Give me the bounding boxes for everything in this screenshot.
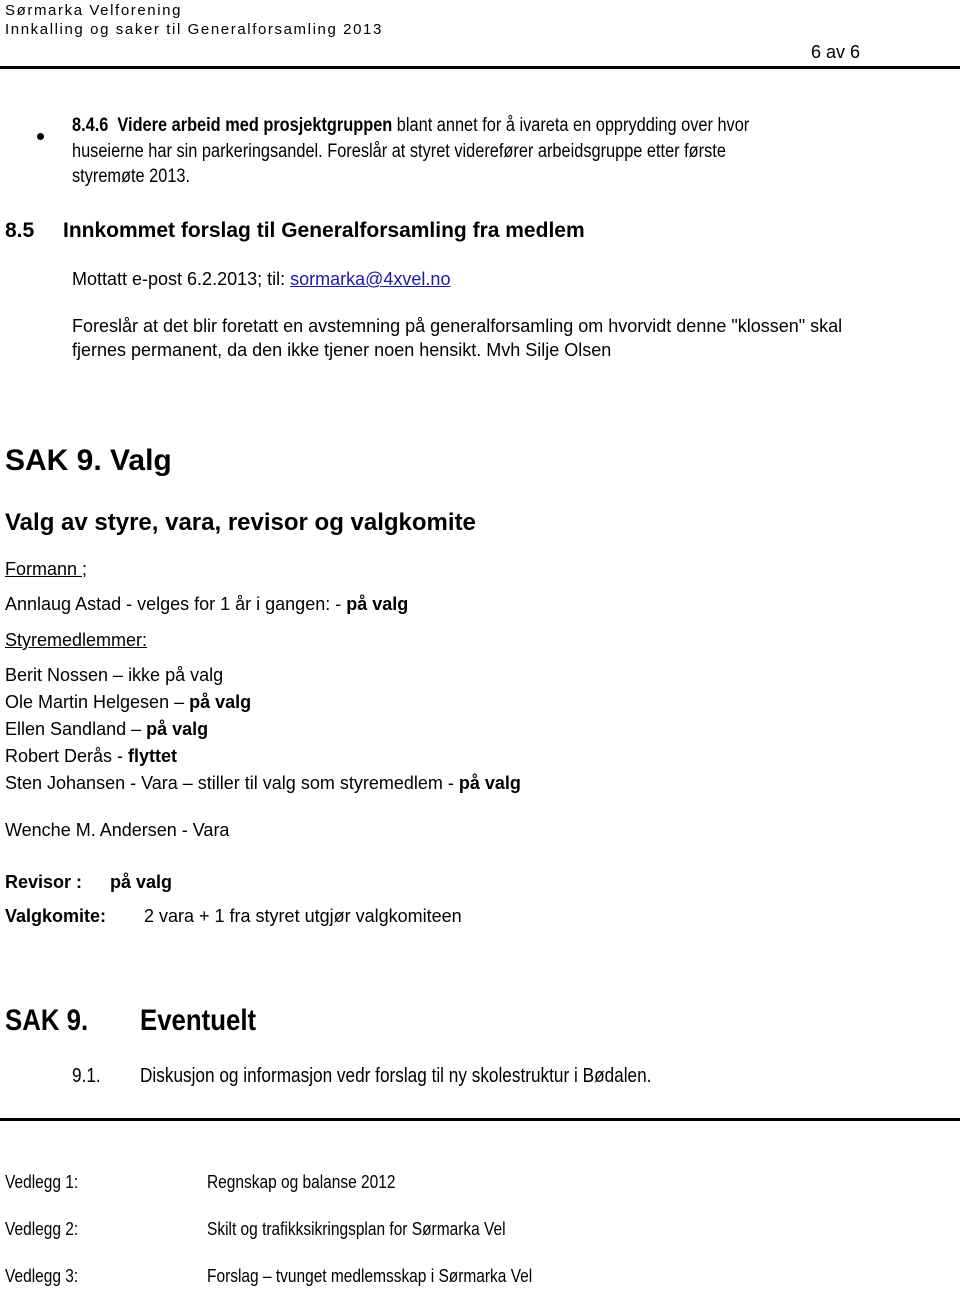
formann-label: Formann ; [5, 559, 88, 579]
item-846-line3: styremøte 2013. [72, 166, 191, 187]
member-row: Ole Martin Helgesen – på valg [5, 692, 251, 713]
member-status: flyttet [128, 746, 178, 766]
item-846-text: blant annet for å ivareta en opprydding … [392, 115, 750, 136]
member-status: ikke på valg [128, 665, 224, 685]
page-indicator: 6 av 6 [811, 42, 861, 62]
item-846-number: 8.4.6 [72, 115, 109, 136]
valgkomite-text: 2 vara + 1 fra styret utgjør valgkomitee… [144, 906, 462, 926]
attachment-title: Skilt og trafikksikringsplan for Sørmark… [207, 1219, 506, 1239]
member-name: Robert Derås - [5, 746, 129, 766]
proposal-line1: Foreslår at det blir foretatt en avstemn… [72, 316, 843, 336]
attachment-label: Vedlegg 2: [5, 1219, 79, 1239]
member-status: på valg [189, 692, 252, 712]
received-line: Mottatt e-post 6.2.2013; til: sormarka@4… [72, 269, 451, 289]
sak9-eventuelt-number: SAK 9. [5, 1004, 89, 1037]
header-divider [0, 66, 960, 69]
eventuelt-item-number: 9.1. [72, 1065, 101, 1087]
org-name: Sørmarka Velforening [5, 2, 183, 19]
attachment-label: Vedlegg 1: [5, 1172, 79, 1192]
section-85-title: Innkommet forslag til Generalforsamling … [63, 219, 585, 242]
valg-subheading: Valg av styre, vara, revisor og valgkomi… [5, 509, 476, 536]
revisor-label: Revisor : [5, 872, 83, 892]
member-name: Ole Martin Helgesen – [5, 692, 190, 712]
attachment-label: Vedlegg 3: [5, 1266, 79, 1286]
vara-line: Wenche M. Andersen - Vara [5, 820, 230, 840]
styremedlemmer-label: Styremedlemmer: [5, 630, 148, 650]
member-row: Robert Derås - flyttet [5, 746, 177, 767]
attachment-title: Regnskap og balanse 2012 [207, 1172, 396, 1192]
member-name: Berit Nossen – [5, 665, 129, 685]
sak9-eventuelt-title: Eventuelt [140, 1004, 257, 1037]
section-85-number: 8.5 [5, 219, 35, 242]
formann-status: på valg [346, 594, 409, 614]
formann-line: Annlaug Astad - velges for 1 år i gangen… [5, 594, 409, 614]
document-title: Innkalling og saker til Generalforsamlin… [5, 21, 383, 38]
email-link[interactable]: sormarka@4xvel.no [290, 269, 450, 289]
item-846-line2: huseierne har sin parkeringsandel. Fores… [72, 141, 726, 162]
sak9-valg-heading: SAK 9. Valg [5, 444, 172, 477]
revisor-status: på valg [110, 872, 173, 892]
proposal-line2: fjernes permanent, da den ikke tjener no… [72, 340, 612, 360]
item-846-line1: 8.4.6 Videre arbeid med prosjektgruppen … [72, 113, 860, 139]
attachment-title: Forslag – tvunget medlemsskap i Sørmarka… [207, 1266, 533, 1286]
item-846-title: Videre arbeid med prosjektgruppen [117, 115, 393, 136]
member-status: på valg [458, 773, 521, 793]
eventuelt-item-text: Diskusjon og informasjon vedr forslag ti… [140, 1065, 652, 1087]
member-row: Sten Johansen - Vara – stiller til valg … [5, 773, 521, 794]
bullet-icon [37, 133, 44, 140]
member-name: Sten Johansen - Vara – stiller til valg … [5, 773, 459, 793]
member-status: på valg [146, 719, 209, 739]
member-row: Ellen Sandland – på valg [5, 719, 208, 740]
member-row: Berit Nossen – ikke på valg [5, 665, 223, 686]
member-name: Ellen Sandland – [5, 719, 147, 739]
valgkomite-label: Valgkomite: [5, 906, 107, 926]
footer-divider [0, 1118, 960, 1121]
